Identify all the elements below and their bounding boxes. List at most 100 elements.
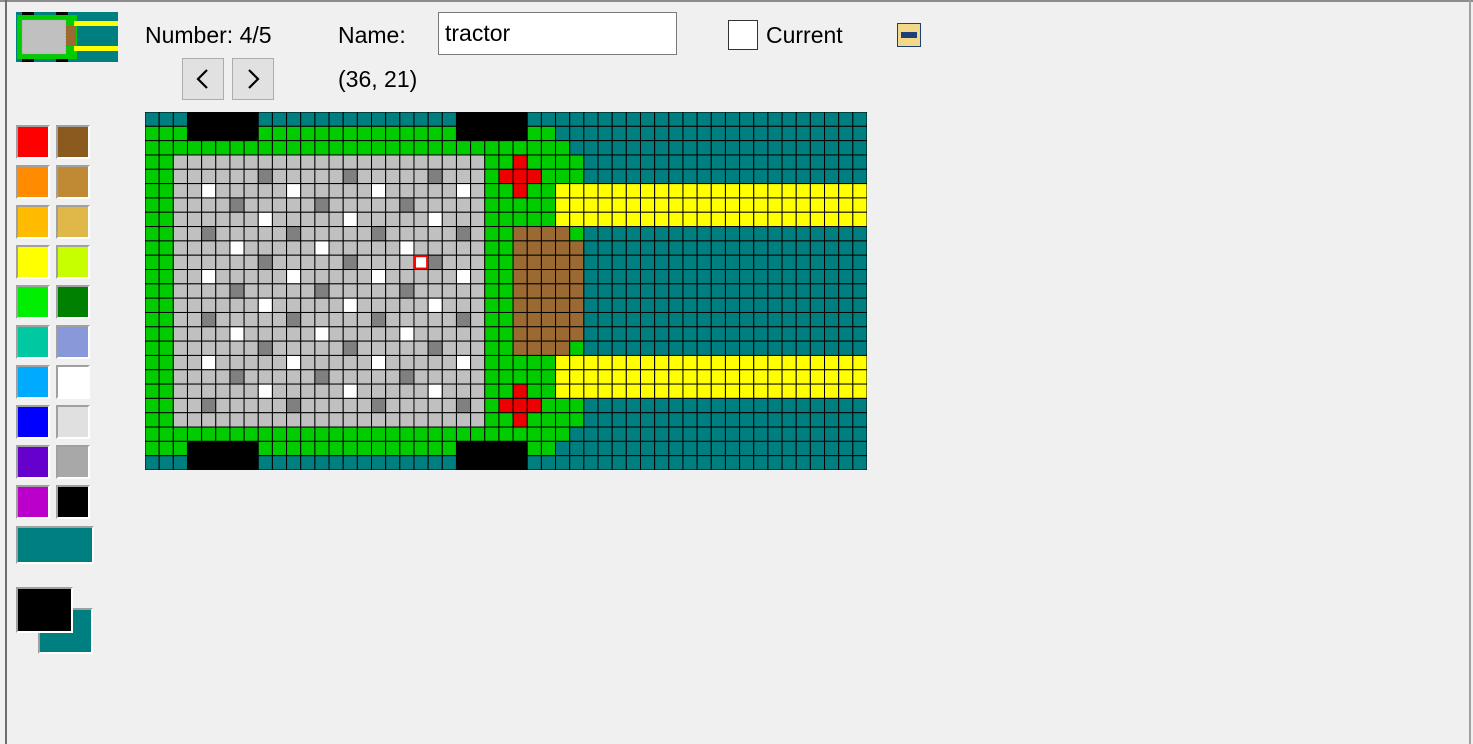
- pixel-cell[interactable]: [172, 183, 188, 199]
- pixel-cell[interactable]: [838, 397, 854, 414]
- palette-swatch[interactable]: [16, 365, 50, 399]
- pixel-cell[interactable]: [371, 154, 387, 170]
- pixel-cell[interactable]: [710, 297, 726, 313]
- pixel-cell[interactable]: [512, 297, 528, 313]
- pixel-cell[interactable]: [512, 240, 528, 256]
- pixel-cell[interactable]: [696, 240, 712, 256]
- pixel-cell[interactable]: [300, 340, 316, 356]
- pixel-cell[interactable]: [852, 383, 867, 399]
- pixel-cell[interactable]: [682, 211, 698, 228]
- pixel-cell[interactable]: [328, 254, 344, 271]
- pixel-cell[interactable]: [342, 283, 358, 299]
- pixel-cell[interactable]: [625, 455, 641, 470]
- pixel-cell[interactable]: [526, 354, 542, 371]
- pixel-cell[interactable]: [215, 426, 231, 442]
- pixel-cell[interactable]: [314, 397, 330, 414]
- pixel-cell[interactable]: [286, 383, 302, 399]
- pixel-cell[interactable]: [300, 240, 316, 256]
- pixel-cell[interactable]: [328, 168, 344, 185]
- pixel-cell[interactable]: [682, 154, 698, 170]
- pixel-cell[interactable]: [654, 154, 670, 170]
- pixel-cell[interactable]: [753, 140, 769, 156]
- pixel-cell[interactable]: [809, 354, 826, 371]
- pixel-cell[interactable]: [569, 154, 585, 170]
- pixel-cell[interactable]: [215, 297, 231, 313]
- pixel-cell[interactable]: [781, 226, 797, 242]
- pixel-cell[interactable]: [753, 426, 769, 442]
- pixel-cell[interactable]: [470, 112, 486, 127]
- pixel-cell[interactable]: [201, 168, 217, 185]
- pixel-cell[interactable]: [781, 125, 797, 142]
- pixel-cell[interactable]: [809, 240, 826, 256]
- pixel-cell[interactable]: [512, 326, 528, 342]
- pixel-cell[interactable]: [314, 426, 330, 442]
- pixel-cell[interactable]: [682, 383, 698, 399]
- pixel-cell[interactable]: [186, 226, 203, 242]
- pixel-cell[interactable]: [809, 168, 826, 185]
- pixel-cell[interactable]: [781, 412, 797, 428]
- pixel-cell[interactable]: [371, 226, 387, 242]
- pixel-cell[interactable]: [611, 112, 627, 127]
- pixel-cell[interactable]: [484, 154, 500, 170]
- pixel-cell[interactable]: [852, 311, 867, 328]
- pixel-cell[interactable]: [145, 140, 160, 156]
- pixel-cell[interactable]: [526, 183, 542, 199]
- pixel-cell[interactable]: [583, 383, 599, 399]
- pixel-cell[interactable]: [668, 183, 684, 199]
- pixel-cell[interactable]: [399, 412, 415, 428]
- pixel-cell[interactable]: [639, 412, 656, 428]
- pixel-cell[interactable]: [455, 397, 472, 414]
- pixel-cell[interactable]: [484, 240, 500, 256]
- pixel-cell[interactable]: [172, 412, 188, 428]
- pixel-cell[interactable]: [540, 112, 557, 127]
- minus-box-icon[interactable]: [897, 23, 921, 47]
- pixel-cell[interactable]: [639, 311, 656, 328]
- pixel-cell[interactable]: [172, 283, 188, 299]
- pixel-cell[interactable]: [328, 140, 344, 156]
- pixel-cell[interactable]: [441, 311, 457, 328]
- pixel-cell[interactable]: [809, 311, 826, 328]
- pixel-cell[interactable]: [824, 440, 840, 457]
- pixel-cell[interactable]: [710, 112, 726, 127]
- pixel-cell[interactable]: [356, 297, 373, 313]
- pixel-cell[interactable]: [328, 426, 344, 442]
- pixel-cell[interactable]: [739, 383, 755, 399]
- pixel-cell[interactable]: [427, 240, 443, 256]
- pixel-cell[interactable]: [484, 326, 500, 342]
- pixel-cell[interactable]: [243, 455, 259, 470]
- pixel-cell[interactable]: [371, 183, 387, 199]
- pixel-cell[interactable]: [597, 254, 613, 271]
- pixel-cell[interactable]: [385, 154, 401, 170]
- pixel-cell[interactable]: [413, 369, 429, 385]
- pixel-cell[interactable]: [540, 440, 557, 457]
- pixel-cell[interactable]: [413, 154, 429, 170]
- pixel-cell[interactable]: [739, 455, 755, 470]
- pixel-cell[interactable]: [739, 283, 755, 299]
- pixel-cell[interactable]: [356, 154, 373, 170]
- pixel-cell[interactable]: [172, 369, 188, 385]
- pixel-cell[interactable]: [753, 211, 769, 228]
- pixel-cell[interactable]: [583, 168, 599, 185]
- pixel-cell[interactable]: [739, 197, 755, 213]
- pixel-cell[interactable]: [639, 183, 656, 199]
- pixel-cell[interactable]: [399, 168, 415, 185]
- pixel-cell[interactable]: [639, 254, 656, 271]
- pixel-cell[interactable]: [399, 226, 415, 242]
- pixel-cell[interactable]: [413, 240, 429, 256]
- pixel-cell[interactable]: [470, 283, 486, 299]
- pixel-cell[interactable]: [413, 197, 429, 213]
- pixel-cell[interactable]: [172, 254, 188, 271]
- pixel-cell[interactable]: [271, 412, 288, 428]
- pixel-cell[interactable]: [356, 455, 373, 470]
- pixel-cell[interactable]: [470, 154, 486, 170]
- pixel-cell[interactable]: [243, 340, 259, 356]
- pixel-cell[interactable]: [838, 283, 854, 299]
- pixel-cell[interactable]: [710, 197, 726, 213]
- pixel-cell[interactable]: [753, 455, 769, 470]
- pixel-cell[interactable]: [767, 240, 783, 256]
- palette-swatch[interactable]: [56, 405, 90, 439]
- pixel-cell[interactable]: [158, 412, 174, 428]
- pixel-cell[interactable]: [385, 226, 401, 242]
- pixel-cell[interactable]: [710, 269, 726, 285]
- pixel-cell[interactable]: [356, 412, 373, 428]
